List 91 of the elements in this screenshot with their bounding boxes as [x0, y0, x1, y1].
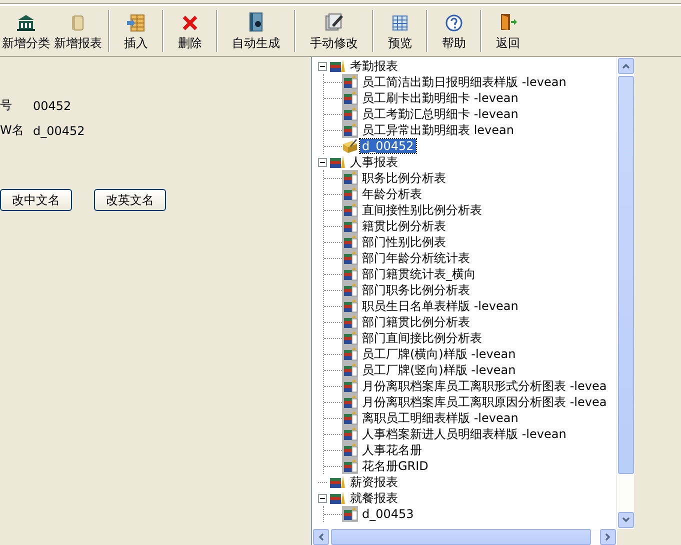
tree-item[interactable]: 部门职务比例分析表 [360, 283, 472, 297]
toolbar-button[interactable]: 新增报表 [52, 6, 104, 56]
edit-document-icon [324, 12, 344, 32]
scrollbar-corner [617, 529, 634, 545]
report-icon [342, 458, 358, 474]
tree-item[interactable]: 部门性别比例表 [360, 235, 448, 249]
report-icon [342, 170, 358, 186]
rename-button[interactable]: 改中文名 [0, 189, 72, 211]
tree-item[interactable]: 月份离职档案库员工离职形式分析图表 -levea [360, 379, 609, 393]
insert-rows-icon [126, 14, 146, 32]
tree-item[interactable]: 年龄分析表 [360, 187, 424, 201]
tree-item[interactable]: 人事花名册 [360, 443, 424, 457]
toolbar-button[interactable]: 预览 [378, 6, 422, 56]
tree-item[interactable]: 员工刷卡出勤明细卡 -levean [360, 91, 520, 105]
toolbar-button[interactable]: 删除 [168, 6, 212, 56]
tree-item[interactable]: 人事档案新进人员明细表样版 -levean [360, 427, 568, 441]
delete-icon [181, 14, 199, 32]
report-icon [342, 426, 358, 442]
tree-item[interactable]: 考勤报表 [348, 59, 400, 73]
tree-item[interactable]: 员工简洁出勤日报明细表样版 -levean [360, 75, 568, 89]
tree-item[interactable]: 员工考勤汇总明细卡 -levean [360, 107, 520, 121]
report-icon [342, 186, 358, 202]
tree-item[interactable]: 员工厂牌(横向)样版 -levean [360, 347, 518, 361]
report-icon [342, 330, 358, 346]
report-icon [342, 378, 358, 394]
books-icon [329, 59, 346, 73]
report-icon [342, 90, 358, 106]
report-icon [342, 506, 358, 522]
scroll-left-icon[interactable] [313, 529, 329, 545]
report-icon [342, 234, 358, 250]
tree-item[interactable]: d_00452 [360, 139, 416, 153]
toolbar-button[interactable]: 帮助 [432, 6, 476, 56]
tree-item[interactable]: 部门直间接比例分析表 [360, 331, 484, 345]
tree-item[interactable]: 部门籍贯比例分析表 [360, 315, 472, 329]
books-icon [329, 155, 346, 169]
tree-item[interactable]: 员工异常出勤明细表 levean [360, 123, 516, 137]
tree-item[interactable]: 花名册GRID [360, 459, 430, 473]
report-icon [342, 410, 358, 426]
expander-icon[interactable] [318, 62, 327, 70]
help-icon [445, 14, 463, 32]
report-icon [342, 74, 358, 90]
rename-button[interactable]: 改英文名 [94, 189, 166, 211]
field-label: 号 [0, 97, 13, 114]
tree-item[interactable]: 月份离职档案库员工离职原因分析图表 -levea [360, 395, 609, 409]
report-icon [342, 282, 358, 298]
toolbar-button[interactable]: 返回 [486, 6, 530, 56]
toolbar-button[interactable]: 新增分类 [0, 6, 52, 56]
tree-item[interactable]: 部门籍贯统计表_横向 [360, 267, 478, 281]
expander-icon[interactable] [318, 494, 327, 502]
field-label: W名 [0, 122, 25, 139]
report-icon [342, 394, 358, 410]
books-icon [329, 491, 346, 505]
scroll-right-icon[interactable] [600, 529, 616, 545]
scrollbar-thumb[interactable] [618, 76, 634, 474]
report-icon [342, 314, 358, 330]
tree-item[interactable]: 职务比例分析表 [360, 171, 448, 185]
report-icon [342, 122, 358, 138]
exit-door-icon [498, 12, 518, 32]
tree-item[interactable]: 就餐报表 [348, 491, 400, 505]
tree-item[interactable]: 人事报表 [348, 155, 400, 169]
tree-item[interactable]: 离职员工明细表样版 -levean [360, 411, 520, 425]
book-icon [247, 12, 265, 32]
report-icon [342, 106, 358, 122]
report-icon [342, 250, 358, 266]
box-icon [342, 138, 358, 154]
tree-item[interactable]: 直间接性别比例分析表 [360, 203, 484, 217]
tree-item[interactable]: 部门年龄分析统计表 [360, 251, 472, 265]
tree-item[interactable]: 籍贯比例分析表 [360, 219, 448, 233]
toolbar-button[interactable]: 手动修改 [300, 6, 368, 56]
tree-item[interactable]: 薪资报表 [348, 475, 400, 489]
report-icon [342, 298, 358, 314]
field-value: 00452 [33, 98, 72, 112]
toolbar-button[interactable]: 插入 [114, 6, 158, 56]
tree-item[interactable]: 职员生日名单表样版 -levean [360, 299, 520, 313]
report-icon [342, 442, 358, 458]
field-value: d_00452 [33, 124, 86, 138]
vertical-scrollbar[interactable] [616, 57, 634, 529]
expander-icon[interactable] [318, 158, 327, 166]
tree-item[interactable]: d_00453 [360, 507, 416, 521]
report-icon [342, 218, 358, 234]
tree-item[interactable]: 员工厂牌(竖向)样版 -levean [360, 363, 518, 377]
report-icon [342, 266, 358, 282]
books-icon [329, 475, 346, 489]
toolbar-button[interactable]: 自动生成 [222, 6, 290, 56]
report-icon [342, 362, 358, 378]
scroll-down-icon[interactable] [618, 512, 634, 528]
building-icon [16, 14, 36, 32]
report-icon [342, 346, 358, 362]
scroll-up-icon[interactable] [618, 58, 634, 74]
report-icon [342, 202, 358, 218]
table-icon [391, 14, 409, 32]
